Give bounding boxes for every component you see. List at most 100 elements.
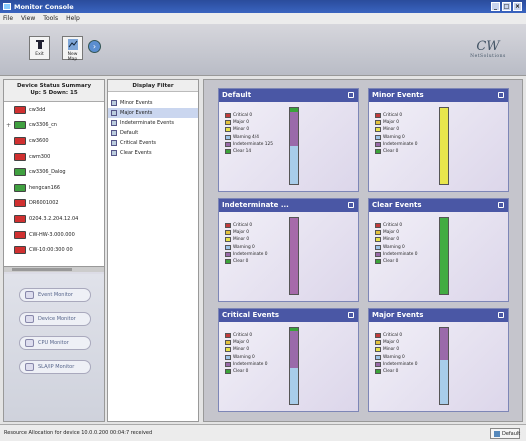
legend-swatch bbox=[375, 141, 381, 147]
default-button[interactable]: Default bbox=[490, 428, 520, 439]
legend-label: Major 0 bbox=[383, 120, 400, 126]
device-item[interactable]: cw3600 bbox=[4, 133, 104, 149]
expand-icon[interactable]: + bbox=[6, 122, 11, 129]
maximize-icon[interactable]: □ bbox=[502, 2, 511, 11]
filter-item[interactable]: Critical Events bbox=[108, 138, 198, 148]
menu-view[interactable]: View bbox=[21, 15, 35, 24]
menu-bar: File View Tools Help bbox=[0, 13, 526, 24]
bar-segment bbox=[290, 145, 298, 184]
device-status-icon bbox=[14, 183, 26, 192]
legend-swatch bbox=[375, 244, 381, 250]
legend-swatch bbox=[225, 244, 231, 250]
legend-swatch bbox=[225, 361, 231, 367]
event-panel[interactable]: Major Events Critical 0 Major 0 Minor 0 Warn… bbox=[368, 308, 509, 412]
minimize-icon[interactable]: _ bbox=[491, 2, 500, 11]
exit-button[interactable]: Exit bbox=[29, 36, 50, 60]
legend-swatch bbox=[375, 127, 381, 133]
bar-segment bbox=[290, 367, 298, 404]
panel-header[interactable]: Indeterminate ... bbox=[219, 199, 358, 212]
panel-title: Critical Events bbox=[222, 311, 280, 319]
event-panel[interactable]: Indeterminate ... Critical 0 Major 0 Minor … bbox=[218, 198, 359, 302]
filter-item[interactable]: Default bbox=[108, 128, 198, 138]
filter-item[interactable]: Clear Events bbox=[108, 148, 198, 158]
legend-row: Indeterminate 125 bbox=[225, 141, 273, 148]
menu-help[interactable]: Help bbox=[66, 15, 80, 24]
device-status-icon bbox=[14, 230, 26, 239]
device-item[interactable]: CW-HW-3.000.000 bbox=[4, 227, 104, 243]
legend-label: Indeterminate 125 bbox=[233, 141, 274, 147]
pin-icon[interactable] bbox=[498, 312, 504, 318]
menu-file[interactable]: File bbox=[3, 15, 13, 24]
legend-row: Minor 0 bbox=[375, 126, 418, 133]
new-map-button[interactable]: New Map bbox=[62, 36, 83, 62]
legend-label: Warning 0 bbox=[383, 244, 405, 250]
legend-row: Major 0 bbox=[225, 229, 268, 236]
legend-row: Critical 0 bbox=[225, 332, 268, 339]
device-list: cw3dd + cw3306_cn cw3600 cwm300 cw3306_Dalogh… bbox=[4, 101, 104, 266]
pin-icon[interactable] bbox=[348, 312, 354, 318]
device-name: hengcan166 bbox=[29, 184, 61, 191]
device-item[interactable]: + cw3306_cn bbox=[4, 118, 104, 134]
legend-swatch bbox=[375, 347, 381, 353]
pin-icon[interactable] bbox=[498, 202, 504, 208]
legend-label: Minor 0 bbox=[233, 237, 250, 243]
device-item[interactable]: hengcan166 bbox=[4, 180, 104, 196]
severity-legend: Critical 0 Major 0 Minor 0 Warning 0 Indeter… bbox=[375, 332, 418, 375]
panel-header[interactable]: Minor Events bbox=[369, 89, 508, 102]
legend-row: Major 0 bbox=[375, 119, 418, 126]
device-item[interactable]: DR6001002 bbox=[4, 196, 104, 212]
legend-label: Indeterminate 0 bbox=[233, 251, 268, 257]
cpu-monitor-button[interactable]: CPU Monitor bbox=[19, 336, 91, 350]
filter-item[interactable]: Minor Events bbox=[108, 98, 198, 108]
device-status-icon bbox=[14, 105, 26, 114]
filter-item[interactable]: Major Events bbox=[108, 108, 198, 118]
device-monitor-button[interactable]: Device Monitor bbox=[19, 312, 91, 326]
legend-swatch bbox=[225, 127, 231, 133]
map-icon bbox=[68, 39, 78, 50]
menu-tools[interactable]: Tools bbox=[43, 15, 58, 24]
bar-segment bbox=[440, 218, 448, 294]
legend-swatch bbox=[375, 149, 381, 155]
panel-title: Default bbox=[222, 91, 252, 99]
event-monitor-button[interactable]: Event Monitor bbox=[19, 288, 91, 302]
event-panel[interactable]: Default Critical 0 Major 0 Minor 0 Warning 4… bbox=[218, 88, 359, 192]
device-name: cw3306_cn bbox=[29, 122, 57, 129]
legend-swatch bbox=[375, 223, 381, 229]
next-arrow-icon[interactable]: › bbox=[88, 40, 101, 53]
filter-label: Major Events bbox=[120, 110, 153, 116]
device-item[interactable]: CW-10:00:300 00 bbox=[4, 242, 104, 258]
legend-label: Critical 0 bbox=[383, 113, 403, 119]
legend-label: Warning 0 bbox=[233, 354, 255, 360]
event-panel[interactable]: Clear Events Critical 0 Major 0 Minor 0 Warn… bbox=[368, 198, 509, 302]
bar-segment bbox=[290, 331, 298, 368]
device-item[interactable]: cw3306_Dalog bbox=[4, 164, 104, 180]
panel-title: Major Events bbox=[372, 311, 424, 319]
device-item[interactable]: cwm300 bbox=[4, 149, 104, 165]
close-icon[interactable]: × bbox=[513, 2, 522, 11]
event-panel[interactable]: Minor Events Critical 0 Major 0 Minor 0 Warn… bbox=[368, 88, 509, 192]
event-panel[interactable]: Critical Events Critical 0 Major 0 Minor 0W… bbox=[218, 308, 359, 412]
severity-legend: Critical 0 Major 0 Minor 0 Warning 0 Indeter… bbox=[375, 222, 418, 265]
pin-icon[interactable] bbox=[348, 92, 354, 98]
legend-swatch bbox=[225, 259, 231, 265]
panel-title: Indeterminate ... bbox=[222, 201, 289, 209]
pin-icon[interactable] bbox=[498, 92, 504, 98]
device-item[interactable]: 0204.3.2.204.12.04 bbox=[4, 211, 104, 227]
legend-row: Clear 0 bbox=[375, 148, 418, 155]
legend-row: Minor 0 bbox=[225, 346, 268, 353]
device-status-icon bbox=[14, 246, 26, 255]
filter-item[interactable]: Indeterminate Events bbox=[108, 118, 198, 128]
device-name: cw3600 bbox=[29, 137, 49, 144]
pin-icon[interactable] bbox=[348, 202, 354, 208]
bar-segment bbox=[290, 111, 298, 146]
event-bar bbox=[289, 217, 299, 295]
horizontal-scrollbar[interactable] bbox=[4, 266, 104, 272]
device-item[interactable]: cw3dd bbox=[4, 102, 104, 118]
panel-header[interactable]: Major Events bbox=[369, 309, 508, 322]
panel-header[interactable]: Critical Events bbox=[219, 309, 358, 322]
panel-header[interactable]: Clear Events bbox=[369, 199, 508, 212]
sla-monitor-button[interactable]: SLA/IP Monitor bbox=[19, 360, 91, 374]
window-title: Monitor Console bbox=[14, 3, 74, 11]
panel-header[interactable]: Default bbox=[219, 89, 358, 102]
legend-label: Indeterminate 0 bbox=[383, 141, 418, 147]
